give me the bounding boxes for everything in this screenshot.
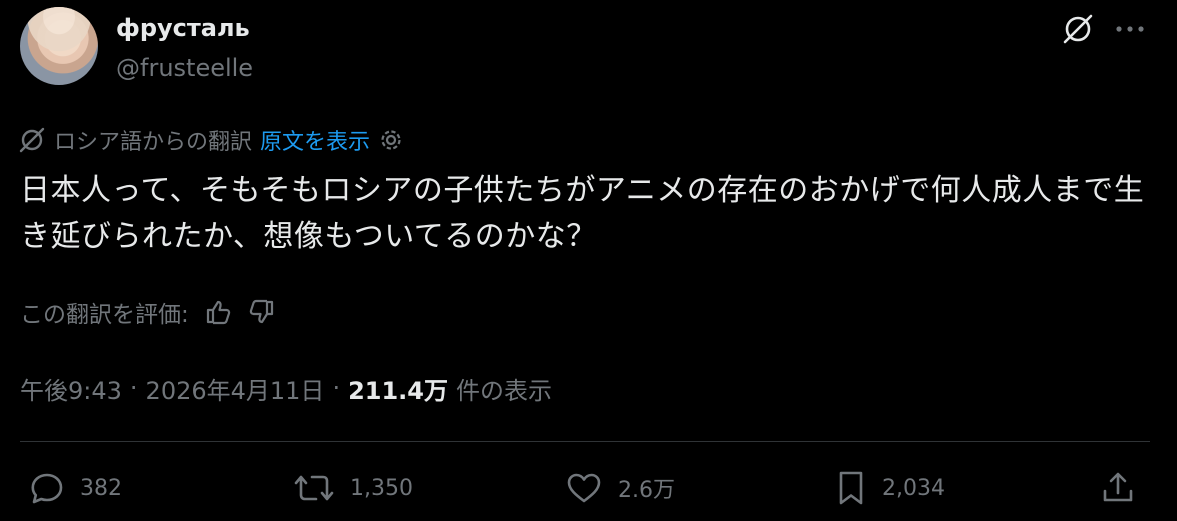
repost-button[interactable]: 1,350 — [292, 466, 413, 510]
views-label: 件の表示 — [456, 376, 552, 405]
meta-separator: · — [129, 374, 138, 402]
grok-icon — [1063, 14, 1093, 44]
show-original-link[interactable]: 原文を表示 — [260, 124, 370, 156]
tweet-text: 日本人って、そもそもロシアの子供たちがアニメの存在のおかげで何人成人まで生き延び… — [20, 173, 1145, 254]
meta-separator-2: · — [332, 374, 341, 402]
rating-prompt: この翻訳を評価: — [20, 302, 189, 328]
rate-bad-button[interactable] — [247, 297, 277, 327]
bookmark-count: 2,034 — [882, 475, 945, 501]
like-count: 2.6万 — [618, 478, 675, 503]
thumbs-down-icon — [249, 299, 273, 324]
tweet-time[interactable]: 午後9:43 — [20, 371, 122, 406]
thumbs-up-icon — [206, 300, 230, 325]
like-icon — [567, 473, 601, 503]
share-icon — [1103, 472, 1133, 502]
grok-button[interactable] — [1058, 9, 1098, 49]
author-display-name[interactable]: фрусталь — [116, 14, 250, 42]
more-options-button[interactable] — [1110, 9, 1150, 49]
views-count: 211.4万 — [348, 376, 448, 405]
bookmark-button[interactable]: 2,034 — [834, 466, 945, 510]
translation-bar: ロシア語からの翻訳 原文を表示 — [18, 122, 404, 158]
repost-icon — [294, 475, 334, 501]
share-button[interactable] — [1100, 466, 1136, 510]
bookmark-icon — [839, 471, 863, 505]
avatar-image — [22, 7, 96, 57]
author-username[interactable]: @frusteelle — [116, 54, 253, 82]
rate-good-button[interactable] — [203, 297, 233, 327]
more-icon — [1116, 26, 1144, 32]
translation-rating: この翻訳を評価: — [20, 292, 277, 332]
tweet-date[interactable]: 2026年4月11日 — [146, 371, 325, 406]
settings-gear-icon — [381, 130, 401, 150]
reply-button[interactable]: 382 — [28, 466, 122, 510]
avatar[interactable] — [20, 7, 98, 85]
reply-icon — [31, 473, 63, 504]
tweet-meta: 午後9:43 · 2026年4月11日 · 211.4万 件の表示 — [20, 368, 552, 408]
like-button[interactable]: 2.6万 — [564, 466, 675, 510]
reply-count: 382 — [80, 475, 122, 501]
translation-source-label: ロシア語からの翻訳 — [54, 130, 253, 155]
divider — [20, 441, 1150, 442]
repost-count: 1,350 — [350, 475, 413, 501]
translation-settings-button[interactable] — [378, 127, 404, 153]
translate-icon — [19, 127, 45, 153]
